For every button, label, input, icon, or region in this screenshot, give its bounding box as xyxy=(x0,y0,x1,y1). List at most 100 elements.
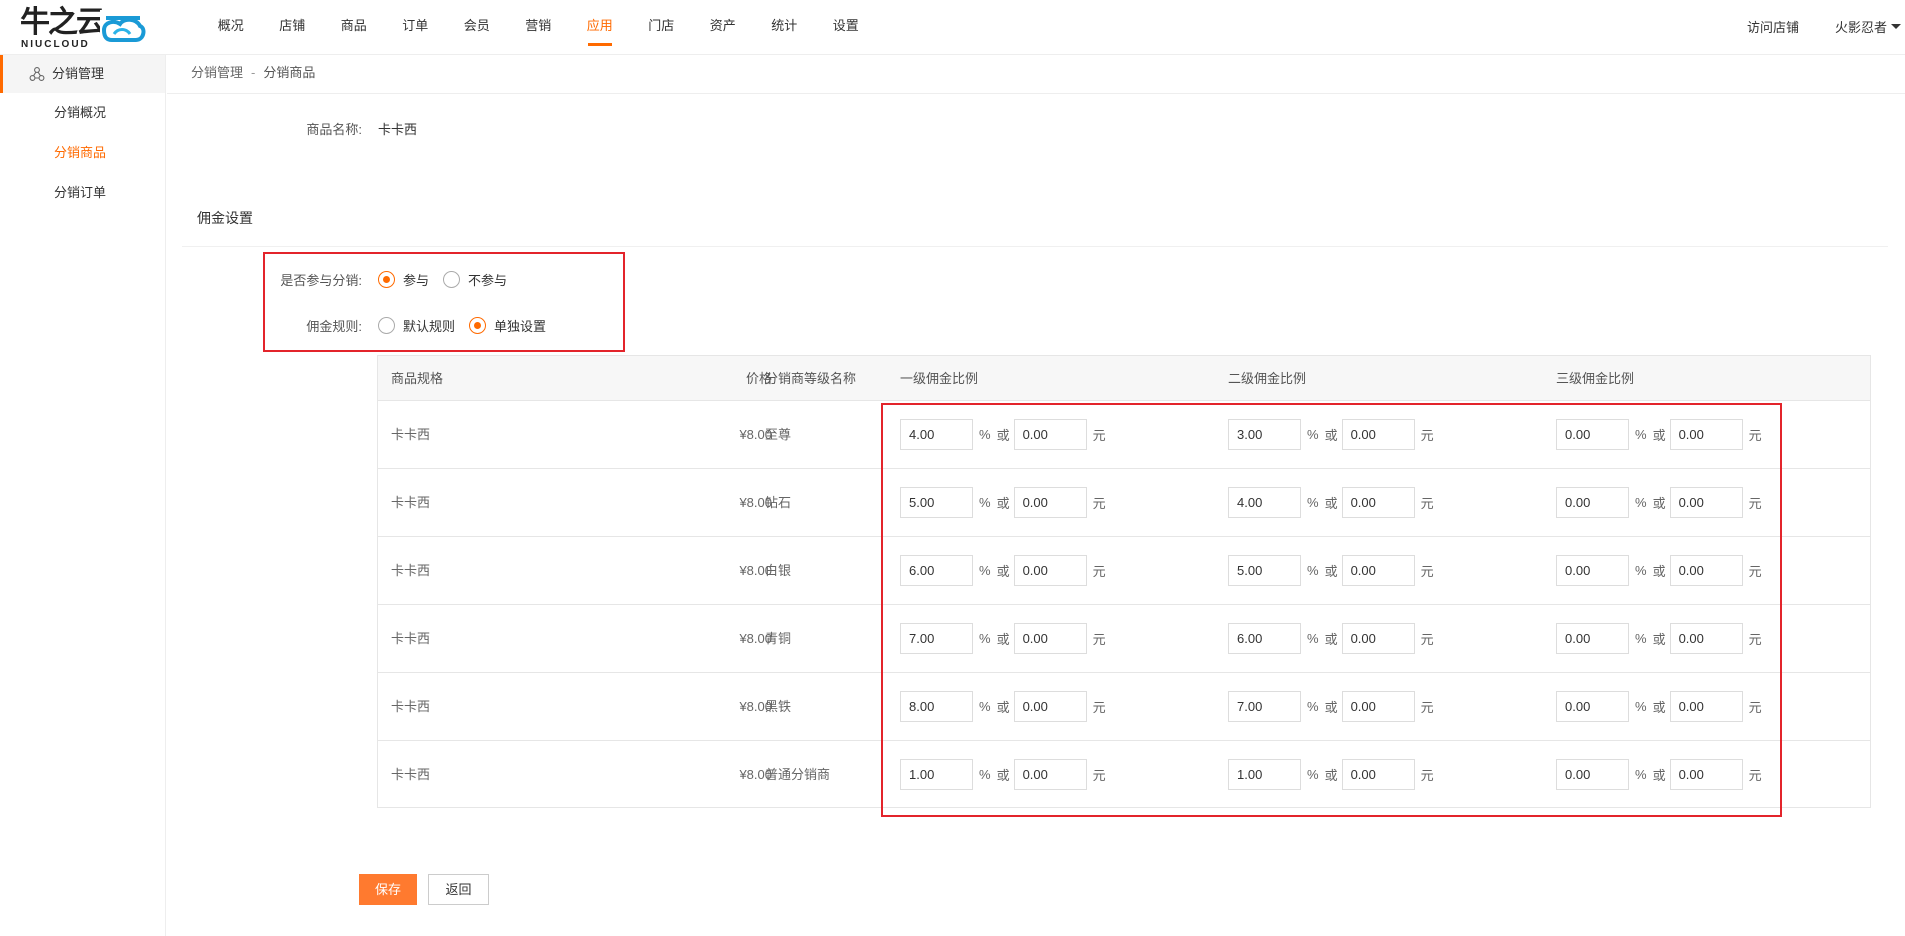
participate-label: 是否参与分销: xyxy=(280,273,362,288)
or-text: 或 xyxy=(996,768,1010,783)
or-text: 或 xyxy=(1652,632,1666,647)
rule-custom-radio[interactable]: 单独设置 xyxy=(469,316,546,335)
save-button[interactable]: 保存 xyxy=(359,874,417,905)
table-row: 卡卡西 ¥8.00黑铁% 或 元% 或 元% 或 元 xyxy=(378,673,1870,741)
col-spec: 商品规格 xyxy=(391,371,444,386)
level2-percent-input[interactable] xyxy=(1228,487,1301,518)
cell-spec: 卡卡西 xyxy=(391,427,431,442)
sidebar-item-orders[interactable]: 分销订单 xyxy=(0,173,165,213)
user-menu[interactable]: 火影忍者 xyxy=(1835,17,1901,36)
participate-yes-radio[interactable]: 参与 xyxy=(378,270,429,289)
level1-amount-input[interactable] xyxy=(1013,623,1087,654)
percent-unit: % xyxy=(1635,427,1647,442)
nav-item-store[interactable]: 店铺 xyxy=(262,0,324,55)
level1-percent-input[interactable] xyxy=(900,691,973,722)
sidebar-group-label: 分销管理 xyxy=(52,66,105,81)
nav-item-members[interactable]: 会员 xyxy=(446,0,508,55)
level3-amount-input[interactable] xyxy=(1669,487,1743,518)
level1-amount-input[interactable] xyxy=(1013,555,1087,586)
level3-amount-input[interactable] xyxy=(1669,691,1743,722)
visit-store-link[interactable]: 访问店铺 xyxy=(1747,17,1799,36)
table-header: 商品规格 价格 分销商等级名称 一级佣金比例 二级佣金比例 三级佣金比例 xyxy=(378,356,1870,401)
yuan-unit: 元 xyxy=(1748,632,1762,647)
level2-amount-input[interactable] xyxy=(1341,487,1415,518)
cell-price: ¥8.00 xyxy=(739,427,772,442)
level2-amount-input[interactable] xyxy=(1341,691,1415,722)
nav-item-goods[interactable]: 商品 xyxy=(323,0,385,55)
level3-percent-input[interactable] xyxy=(1556,691,1629,722)
nav-item-settings[interactable]: 设置 xyxy=(815,0,877,55)
nav-item-assets[interactable]: 资产 xyxy=(692,0,754,55)
percent-unit: % xyxy=(1635,495,1647,510)
nav-item-overview[interactable]: 概况 xyxy=(200,0,262,55)
level2-amount-input[interactable] xyxy=(1341,623,1415,654)
sidebar-group-distribution[interactable]: 分销管理 xyxy=(0,55,165,93)
level2-percent-input[interactable] xyxy=(1228,623,1301,654)
or-text: 或 xyxy=(1324,632,1338,647)
level2-percent-input[interactable] xyxy=(1228,419,1301,450)
niucloud-logo[interactable]: 牛之云 NIUCLOUD xyxy=(20,8,146,50)
percent-unit: % xyxy=(979,495,991,510)
rate-group-level1: % 或 元 xyxy=(900,555,1112,586)
level3-amount-input[interactable] xyxy=(1669,555,1743,586)
breadcrumb-parent[interactable]: 分销管理 xyxy=(191,65,243,80)
level2-amount-input[interactable] xyxy=(1341,759,1415,790)
level3-amount-input[interactable] xyxy=(1669,623,1743,654)
rule-default-radio[interactable]: 默认规则 xyxy=(378,316,455,335)
or-text: 或 xyxy=(996,564,1010,579)
level1-amount-input[interactable] xyxy=(1013,419,1087,450)
percent-unit: % xyxy=(1635,699,1647,714)
section-divider xyxy=(182,246,1888,247)
nav-item-apps[interactable]: 应用 xyxy=(569,0,631,55)
level3-percent-input[interactable] xyxy=(1556,759,1629,790)
level1-amount-input[interactable] xyxy=(1013,691,1087,722)
level1-amount-input[interactable] xyxy=(1013,487,1087,518)
col-level1: 一级佣金比例 xyxy=(900,371,979,386)
level2-amount-input[interactable] xyxy=(1341,419,1415,450)
yuan-unit: 元 xyxy=(1748,428,1762,443)
or-text: 或 xyxy=(1652,564,1666,579)
table-row: 卡卡西 ¥8.00青铜% 或 元% 或 元% 或 元 xyxy=(378,605,1870,673)
level1-percent-input[interactable] xyxy=(900,487,973,518)
level2-amount-input[interactable] xyxy=(1341,555,1415,586)
nav-item-marketing[interactable]: 营销 xyxy=(508,0,570,55)
table-row: 卡卡西 ¥8.00钻石% 或 元% 或 元% 或 元 xyxy=(378,469,1870,537)
level3-percent-input[interactable] xyxy=(1556,623,1629,654)
level3-percent-input[interactable] xyxy=(1556,487,1629,518)
level1-amount-input[interactable] xyxy=(1013,759,1087,790)
percent-unit: % xyxy=(979,631,991,646)
or-text: 或 xyxy=(1324,564,1338,579)
level3-percent-input[interactable] xyxy=(1556,555,1629,586)
level2-percent-input[interactable] xyxy=(1228,759,1301,790)
level1-percent-input[interactable] xyxy=(900,555,973,586)
commission-table: 商品规格 价格 分销商等级名称 一级佣金比例 二级佣金比例 三级佣金比例 卡卡西… xyxy=(377,355,1871,808)
cell-spec: 卡卡西 xyxy=(391,767,431,782)
percent-unit: % xyxy=(1307,563,1319,578)
nav-item-shops[interactable]: 门店 xyxy=(631,0,693,55)
level2-percent-input[interactable] xyxy=(1228,691,1301,722)
radio-label: 参与 xyxy=(403,273,430,288)
table-body: 卡卡西¥8.00至尊%或元%或元%或元卡卡西¥8.00钻石%或元%或元%或元卡卡… xyxy=(378,401,1870,809)
yuan-unit: 元 xyxy=(1420,496,1434,511)
sidebar-item-goods[interactable]: 分销商品 xyxy=(0,133,165,173)
cloud-logo-icon xyxy=(100,10,146,46)
participate-no-radio[interactable]: 不参与 xyxy=(443,270,507,289)
nav-item-stats[interactable]: 统计 xyxy=(754,0,816,55)
level1-percent-input[interactable] xyxy=(900,623,973,654)
or-text: 或 xyxy=(1652,496,1666,511)
rate-group-level2: % 或 元 xyxy=(1228,555,1440,586)
sidebar-item-overview[interactable]: 分销概况 xyxy=(0,93,165,133)
level3-amount-input[interactable] xyxy=(1669,759,1743,790)
back-button[interactable]: 返回 xyxy=(428,874,489,905)
cell-level-name: 钻石 xyxy=(765,495,792,510)
nav-item-orders[interactable]: 订单 xyxy=(385,0,447,55)
level3-amount-input[interactable] xyxy=(1669,419,1743,450)
level2-percent-input[interactable] xyxy=(1228,555,1301,586)
cell-level-name: 青铜 xyxy=(765,631,792,646)
level1-percent-input[interactable] xyxy=(900,419,973,450)
breadcrumb-current: 分销商品 xyxy=(263,65,316,80)
level1-percent-input[interactable] xyxy=(900,759,973,790)
breadcrumb-separator: - xyxy=(251,65,256,80)
level3-percent-input[interactable] xyxy=(1556,419,1629,450)
percent-unit: % xyxy=(1307,699,1319,714)
